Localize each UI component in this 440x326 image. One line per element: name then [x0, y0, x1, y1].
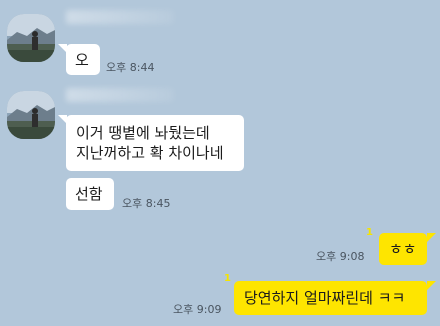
message-time: 오후 8:45 — [122, 197, 171, 210]
bubble-tail — [427, 281, 436, 290]
sender-name — [66, 88, 174, 102]
message-bubble[interactable]: 당연하지 얼마짜린데 ㅋㅋ — [234, 281, 427, 315]
message-time: 오후 9:09 — [173, 303, 222, 316]
message-text: 오 — [75, 50, 89, 69]
message-bubble[interactable]: 이거 땡볕에 놔뒀는데 지난꺼하고 확 차이나네 — [66, 115, 244, 171]
bubble-tail — [427, 233, 436, 242]
message-time: 오후 9:08 — [316, 250, 365, 263]
unread-count: 1 — [366, 227, 373, 238]
unread-count: 1 — [224, 273, 231, 284]
message-time: 오후 8:44 — [106, 61, 155, 74]
message-text: 당연하지 얼마짜린데 ㅋㅋ — [244, 289, 406, 307]
message-bubble[interactable]: ㅎㅎ — [379, 233, 427, 265]
sender-name — [66, 10, 174, 24]
message-line: 이거 땡볕에 놔뒀는데 — [76, 124, 210, 142]
message-line: 지난꺼하고 확 차이나네 — [76, 144, 224, 162]
message-bubble[interactable]: 오 — [66, 44, 100, 75]
message-bubble[interactable]: 선함 — [66, 178, 114, 210]
avatar[interactable] — [7, 91, 55, 139]
avatar[interactable] — [7, 14, 55, 62]
message-text: ㅎㅎ — [389, 240, 417, 258]
message-text: 선함 — [75, 185, 103, 203]
